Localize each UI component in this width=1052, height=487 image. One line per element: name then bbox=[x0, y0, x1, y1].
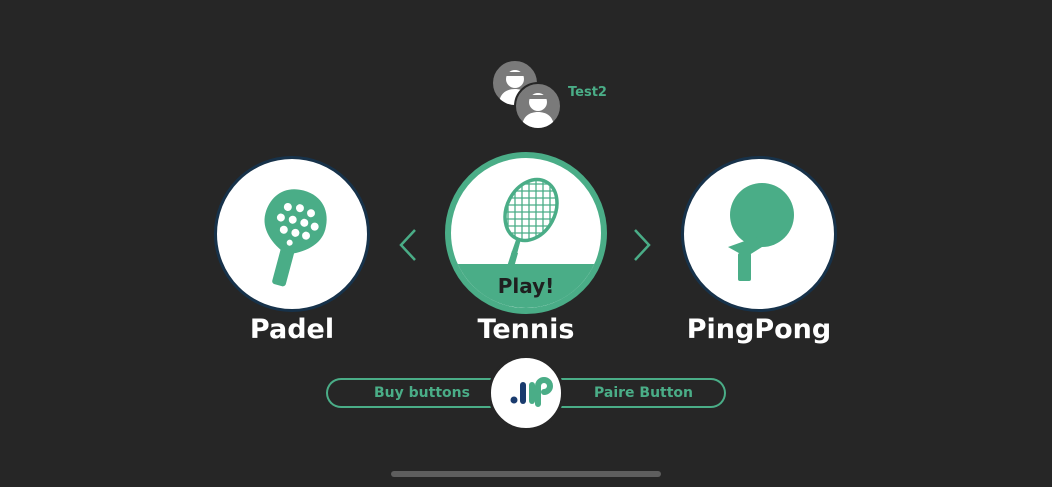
sport-card-padel[interactable] bbox=[214, 156, 370, 312]
paire-button-label: Paire Button bbox=[594, 385, 694, 401]
user-avatar[interactable] bbox=[514, 82, 562, 130]
app-logo-button[interactable] bbox=[488, 355, 564, 431]
buy-buttons-label: Buy buttons bbox=[374, 385, 470, 401]
home-indicator[interactable] bbox=[391, 471, 661, 477]
padel-racket-icon bbox=[264, 189, 327, 287]
chevron-left-icon bbox=[399, 229, 416, 261]
pingpong-paddle-icon bbox=[728, 183, 794, 281]
user-avatar-icon bbox=[522, 93, 554, 128]
play-button[interactable]: Play! bbox=[451, 264, 601, 308]
play-label: Play! bbox=[497, 274, 555, 298]
previous-sport-button[interactable] bbox=[398, 228, 418, 262]
sport-label-tennis: Tennis bbox=[477, 314, 575, 345]
next-sport-button[interactable] bbox=[632, 228, 652, 262]
sport-label-padel: Padel bbox=[249, 314, 335, 345]
app-logo-icon bbox=[510, 376, 553, 407]
sport-card-tennis[interactable]: Play! bbox=[445, 152, 607, 314]
chevron-right-icon bbox=[634, 229, 651, 261]
sport-card-pingpong[interactable] bbox=[681, 156, 837, 312]
sport-label-pingpong: PingPong bbox=[686, 314, 832, 345]
user-name: Test2 bbox=[568, 85, 607, 100]
